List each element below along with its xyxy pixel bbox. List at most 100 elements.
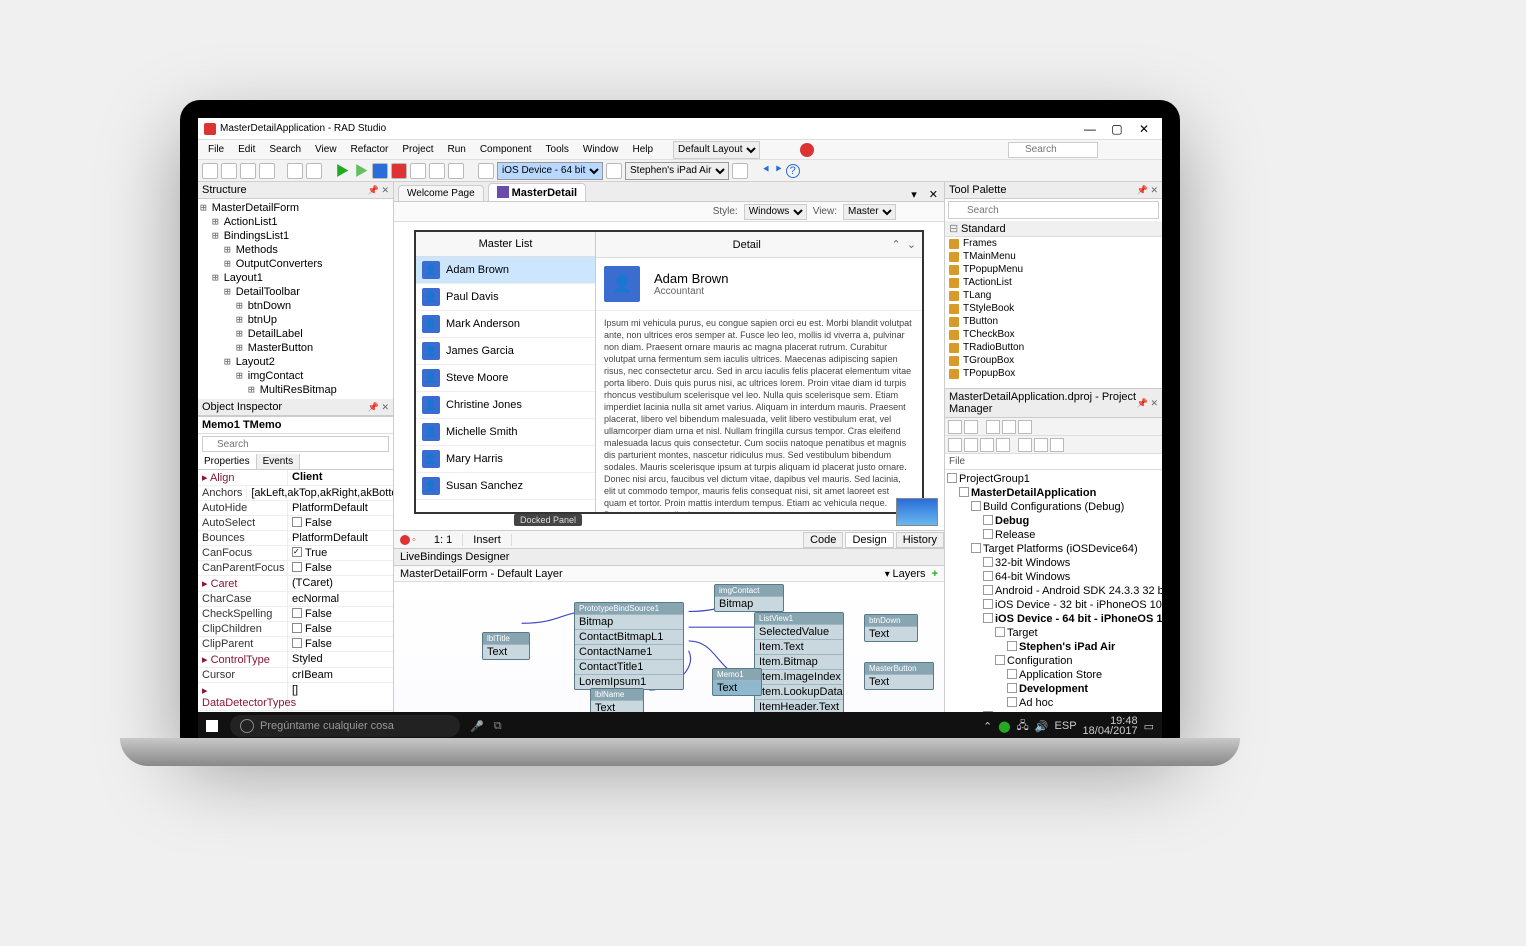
- lb-node-proto[interactable]: PrototypeBindSource1 Bitmap ContactBitma…: [574, 602, 684, 690]
- project-node[interactable]: Build Configurations (Debug): [947, 500, 1160, 514]
- run-icon[interactable]: [334, 163, 350, 179]
- run-nodebug-icon[interactable]: [353, 163, 369, 179]
- palette-item[interactable]: TPopupBox: [945, 367, 1162, 380]
- structure-node[interactable]: ⊞ DetailToolbar: [200, 285, 391, 299]
- project-node[interactable]: Release: [947, 528, 1160, 542]
- style-select[interactable]: Windows: [744, 204, 807, 220]
- project-node[interactable]: Android - Android SDK 24.3.3 32 bit: [947, 584, 1160, 598]
- property-row[interactable]: ▸ ControlTypeStyled: [198, 652, 393, 668]
- pm-icon[interactable]: [948, 438, 962, 452]
- toolbar-icon[interactable]: [1112, 143, 1126, 157]
- record-icon[interactable]: [400, 535, 410, 545]
- project-tree[interactable]: ProjectGroup1MasterDetailApplicationBuil…: [945, 470, 1162, 740]
- menu-project[interactable]: Project: [396, 142, 439, 157]
- property-row[interactable]: ClipChildrenFalse: [198, 622, 393, 637]
- project-node[interactable]: Target: [947, 626, 1160, 640]
- save-icon[interactable]: [240, 163, 256, 179]
- structure-tree[interactable]: ⊞ MasterDetailForm⊞ ActionList1⊞ Binding…: [198, 199, 393, 399]
- deploy-icon[interactable]: [732, 163, 748, 179]
- tray-notifications-icon[interactable]: ▭: [1144, 720, 1154, 733]
- property-grid[interactable]: ▸ AlignClientAnchors[akLeft,akTop,akRigh…: [198, 470, 393, 740]
- project-node[interactable]: iOS Device - 32 bit - iPhoneOS 10.1 - My…: [947, 598, 1160, 612]
- project-node[interactable]: Application Store: [947, 668, 1160, 682]
- breakpoint-icon[interactable]: ◦: [412, 534, 416, 546]
- palette-item[interactable]: TStyleBook: [945, 302, 1162, 315]
- task-view-icon[interactable]: ⧉: [494, 720, 502, 733]
- project-node[interactable]: Stephen's iPad Air: [947, 640, 1160, 654]
- step-into-icon[interactable]: [429, 163, 445, 179]
- view-select[interactable]: Master: [843, 204, 896, 220]
- livebindings-canvas[interactable]: lblTitle Text PrototypeBindSource1 Bitma…: [394, 582, 944, 712]
- tray-icon[interactable]: ⬤: [998, 720, 1010, 733]
- grid-icon[interactable]: [902, 205, 916, 219]
- contact-row[interactable]: 👤Mark Anderson: [416, 311, 595, 338]
- form-designer[interactable]: Master List 👤Adam Brown👤Paul Davis👤Mark …: [394, 222, 944, 530]
- lb-node-masterbutton[interactable]: MasterButton Text: [864, 662, 934, 690]
- palette-list[interactable]: FramesTMainMenuTPopupMenuTActionListTLan…: [945, 237, 1162, 388]
- structure-node[interactable]: ⊞ imgContact: [200, 369, 391, 383]
- structure-node[interactable]: ⊞ MasterDetailForm: [200, 201, 391, 215]
- tab-events[interactable]: Events: [257, 454, 301, 469]
- menu-view[interactable]: View: [309, 142, 343, 157]
- down-button[interactable]: ⌄: [907, 239, 916, 251]
- menu-tools[interactable]: Tools: [540, 142, 575, 157]
- property-row[interactable]: AutoHidePlatformDefault: [198, 501, 393, 516]
- palette-item[interactable]: TLang: [945, 289, 1162, 302]
- menu-component[interactable]: Component: [474, 142, 538, 157]
- property-row[interactable]: ▸ AlignClient: [198, 470, 393, 486]
- structure-node[interactable]: ⊞ btnUp: [200, 313, 391, 327]
- project-node[interactable]: Configuration: [947, 654, 1160, 668]
- toolbar-icon[interactable]: [1144, 143, 1158, 157]
- project-node[interactable]: Debug: [947, 514, 1160, 528]
- menu-file[interactable]: File: [202, 142, 230, 157]
- property-row[interactable]: CanParentFocusFalse: [198, 561, 393, 576]
- project-node[interactable]: 64-bit Windows: [947, 570, 1160, 584]
- structure-node[interactable]: ⊞ MultiResBitmap: [200, 383, 391, 397]
- project-node[interactable]: 32-bit Windows: [947, 556, 1160, 570]
- lb-node-lbltitle[interactable]: lblTitle Text: [482, 632, 530, 660]
- property-row[interactable]: AutoSelectFalse: [198, 516, 393, 531]
- contact-memo[interactable]: Ipsum mi vehicula purus, eu congue sapie…: [596, 311, 922, 512]
- menu-search[interactable]: Search: [263, 142, 307, 157]
- menu-window[interactable]: Window: [577, 142, 625, 157]
- pm-icon[interactable]: [964, 420, 978, 434]
- tray-lang[interactable]: ESP: [1055, 720, 1077, 732]
- start-button[interactable]: [198, 712, 226, 740]
- structure-node[interactable]: ⊞ ActionList1: [200, 215, 391, 229]
- lb-node-memo1[interactable]: Memo1 Text: [712, 668, 762, 696]
- property-row[interactable]: CursorcrIBeam: [198, 668, 393, 683]
- minimize-button[interactable]: —: [1078, 122, 1102, 136]
- lb-node-imgcontact[interactable]: imgContact Bitmap: [714, 584, 784, 612]
- lb-node-listview[interactable]: ListView1 SelectedValue Item.Text Item.B…: [754, 612, 844, 712]
- inspector-search[interactable]: [202, 436, 389, 452]
- structure-node[interactable]: ⊞ Layout2: [200, 355, 391, 369]
- task-mic-icon[interactable]: 🎤: [470, 720, 484, 733]
- menu-edit[interactable]: Edit: [232, 142, 261, 157]
- project-node[interactable]: MasterDetailApplication: [947, 486, 1160, 500]
- target-device-select[interactable]: Stephen's iPad Air: [625, 162, 729, 180]
- tab-welcome[interactable]: Welcome Page: [398, 185, 484, 201]
- layers-dropdown[interactable]: ▾ Layers: [885, 568, 926, 580]
- tray-icon[interactable]: ⌃: [983, 720, 992, 733]
- pm-icon[interactable]: [964, 438, 978, 452]
- structure-node[interactable]: ⊞ Layout1: [200, 271, 391, 285]
- tab-code[interactable]: Code: [803, 532, 843, 548]
- open-icon[interactable]: [221, 163, 237, 179]
- property-row[interactable]: Anchors[akLeft,akTop,akRight,akBottom]: [198, 486, 393, 501]
- menu-refactor[interactable]: Refactor: [345, 142, 395, 157]
- stop-icon[interactable]: [391, 163, 407, 179]
- step-over-icon[interactable]: [410, 163, 426, 179]
- pm-icon[interactable]: [1018, 438, 1032, 452]
- property-row[interactable]: ClipParentFalse: [198, 637, 393, 652]
- tray-volume-icon[interactable]: 🔊: [1035, 720, 1049, 733]
- contact-row[interactable]: 👤Michelle Smith: [416, 419, 595, 446]
- lb-node-btndown[interactable]: btnDown Text: [864, 614, 918, 642]
- undo-icon[interactable]: [287, 163, 303, 179]
- palette-search[interactable]: [948, 201, 1159, 219]
- platform-icon[interactable]: [478, 163, 494, 179]
- property-row[interactable]: ▸ DataDetectorTypes[]: [198, 683, 393, 711]
- property-row[interactable]: CharCaseecNormal: [198, 592, 393, 607]
- maximize-button[interactable]: ▢: [1105, 122, 1129, 136]
- structure-node[interactable]: ⊞ MasterButton: [200, 341, 391, 355]
- contact-row[interactable]: 👤Paul Davis: [416, 284, 595, 311]
